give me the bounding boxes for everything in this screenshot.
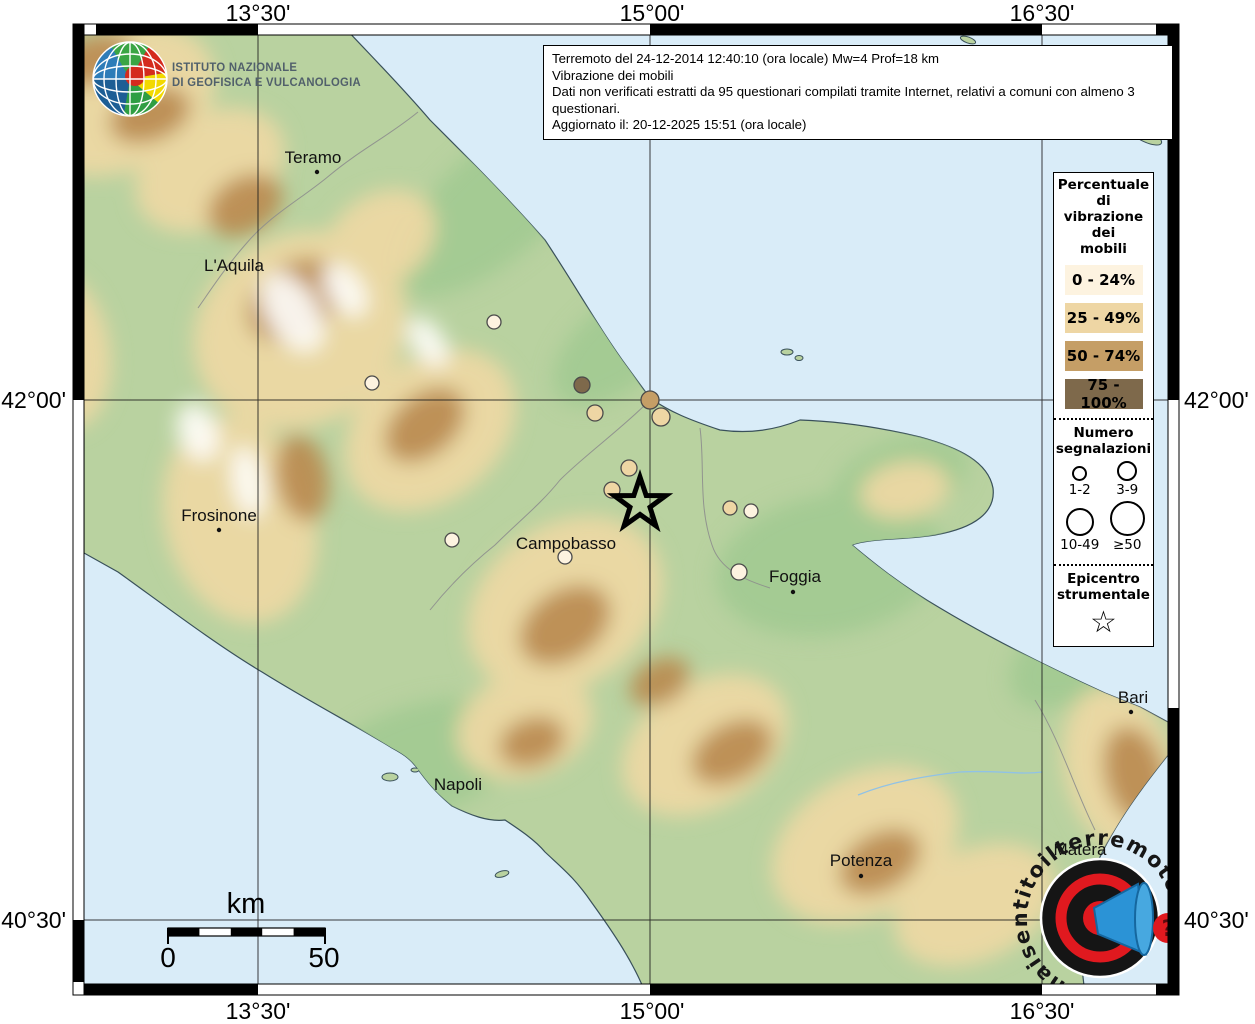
city-label: Bari <box>1118 688 1148 707</box>
axis-label-top-3: 16°30' <box>1010 0 1075 27</box>
report-point <box>744 504 758 518</box>
axis-label-bottom-2: 15°00' <box>620 998 685 1024</box>
city-label: Napoli <box>434 775 482 794</box>
count-circle-icon <box>1117 461 1137 481</box>
scalebar-start: 0 <box>160 942 176 974</box>
legend: Percentuale di vibrazione dei mobili 0 -… <box>1053 172 1154 647</box>
scalebar-end: 50 <box>308 942 339 974</box>
legend-swatch: 50 - 74% <box>1065 341 1143 371</box>
count-label: 3-9 <box>1116 482 1138 498</box>
legend-divider <box>1054 418 1153 420</box>
legend-counts-title: Numero segnalazioni <box>1054 421 1153 457</box>
data-disclaimer: Dati non verificati estratti da 95 quest… <box>552 84 1164 117</box>
axis-label-bottom-1: 13°30' <box>226 998 291 1024</box>
city-label: Campobasso <box>516 534 616 553</box>
count-circle-icon <box>1066 508 1094 536</box>
city-marker <box>1129 710 1133 714</box>
city-marker <box>217 528 221 532</box>
legend-divider-2 <box>1054 564 1153 566</box>
legend-swatch: 75 - 100% <box>1065 379 1143 409</box>
map-content: Teramo L'Aquila Frosinone Campobasso Foggia N… <box>0 0 1195 1010</box>
legend-count-symbols: 1-2 3-9 10-49 ≥50 <box>1054 457 1153 555</box>
axis-label-left-1: 42°00' <box>0 387 66 414</box>
axis-label-left-2: 40°30' <box>0 907 66 934</box>
count-circle-icon <box>1110 501 1145 536</box>
report-point <box>641 391 659 409</box>
event-summary: Terremoto del 24-12-2014 12:40:10 (ora l… <box>552 51 1164 68</box>
report-point <box>445 533 459 547</box>
scalebar-unit: km <box>227 888 266 921</box>
city-label: Potenza <box>830 851 893 870</box>
count-symbol: 10-49 <box>1056 501 1104 553</box>
report-point <box>652 408 670 426</box>
legend-title: Percentuale di vibrazione dei mobili <box>1054 173 1153 257</box>
legend-swatch: 25 - 49% <box>1065 303 1143 333</box>
count-label: ≥50 <box>1113 537 1142 553</box>
axis-label-top-1: 13°30' <box>226 0 291 27</box>
city-label: Foggia <box>769 567 822 586</box>
report-point <box>621 460 637 476</box>
city-label: L'Aquila <box>204 256 265 275</box>
report-point <box>723 501 737 515</box>
report-point <box>365 376 379 390</box>
city-marker <box>859 874 863 878</box>
count-symbol: ≥50 <box>1104 501 1152 553</box>
epicenter-star-icon: ☆ <box>1054 603 1153 642</box>
report-point <box>731 564 747 580</box>
legend-swatch: 0 - 24% <box>1065 265 1143 295</box>
ingv-felt-report-map: Teramo L'Aquila Frosinone Campobasso Foggia N… <box>0 0 1255 1024</box>
count-label: 1-2 <box>1069 482 1091 498</box>
ingv-name-line2: DI GEOFISICA E VULCANOLOGIA <box>172 75 361 90</box>
axis-label-bottom-3: 16°30' <box>1010 998 1075 1024</box>
count-label: 10-49 <box>1060 537 1099 553</box>
axis-label-right-1: 42°00' <box>1184 387 1255 414</box>
ingv-globe-logo <box>93 42 167 116</box>
event-info-box: Terremoto del 24-12-2014 12:40:10 (ora l… <box>543 45 1173 140</box>
axis-label-top-2: 15°00' <box>620 0 685 27</box>
city-marker <box>315 170 319 174</box>
axis-label-right-2: 40°30' <box>1184 907 1255 934</box>
city-marker <box>791 590 795 594</box>
ingv-name-line1: ISTITUTO NAZIONALE <box>172 60 361 75</box>
updated-timestamp: Aggiornato il: 20-12-2025 15:51 (ora loc… <box>552 117 1164 134</box>
count-symbol: 1-2 <box>1056 461 1104 498</box>
ingv-wordmark: ISTITUTO NAZIONALE DI GEOFISICA E VULCAN… <box>172 60 361 90</box>
legend-class-swatches: 0 - 24% 25 - 49% 50 - 74% 75 - 100% <box>1054 265 1153 409</box>
report-point <box>574 377 590 393</box>
report-point <box>487 315 501 329</box>
count-symbol: 3-9 <box>1104 461 1152 498</box>
report-point <box>587 405 603 421</box>
count-circle-icon <box>1072 466 1087 481</box>
legend-epicenter-title: Epicentro strumentale <box>1054 567 1153 603</box>
city-label: Teramo <box>285 148 342 167</box>
map-subject: Vibrazione dei mobili <box>552 68 1164 85</box>
city-label: Frosinone <box>181 506 257 525</box>
